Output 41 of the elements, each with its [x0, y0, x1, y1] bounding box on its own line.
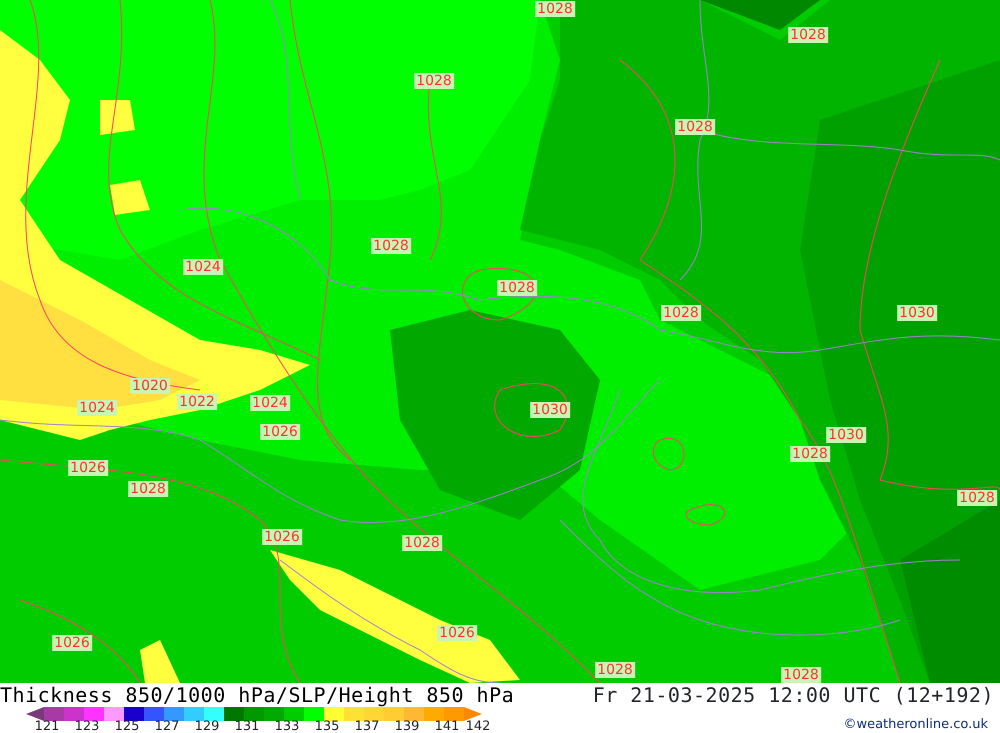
- pressure-label: 1028: [661, 305, 701, 321]
- pressure-label: 1030: [897, 305, 937, 321]
- pressure-label: 1024: [77, 400, 117, 416]
- pressure-label: 1020: [130, 378, 170, 394]
- pressure-label: 1028: [957, 490, 997, 506]
- pressure-label: 1028: [781, 667, 821, 683]
- pressure-label: 1028: [535, 1, 575, 17]
- legend-tick-label: 133: [274, 719, 300, 733]
- pressure-label: 1024: [250, 395, 290, 411]
- pressure-label: 1028: [414, 73, 454, 89]
- pressure-label: 1026: [437, 625, 477, 641]
- pressure-label: 1028: [788, 27, 828, 43]
- pressure-label: 1028: [371, 238, 411, 254]
- legend-tick-label: 135: [314, 719, 340, 733]
- legend-tick-label: 127: [154, 719, 180, 733]
- pressure-label: 1026: [262, 529, 302, 545]
- legend-tick-label: 123: [74, 719, 100, 733]
- pressure-label: 1026: [52, 635, 92, 651]
- pressure-label: 1028: [128, 481, 168, 497]
- legend-tick-label: 137: [354, 719, 380, 733]
- valid-time: Fr 21-03-2025 12:00 UTC (12+192): [592, 683, 994, 707]
- pressure-label: 1024: [183, 259, 223, 275]
- legend-tick-label: 121: [34, 719, 60, 733]
- pressure-label: 1022: [177, 394, 217, 410]
- legend-tick-label: 125: [114, 719, 140, 733]
- credit-text: ©weatheronline.co.uk: [843, 716, 988, 733]
- pressure-label: 1028: [790, 446, 830, 462]
- legend-tick-label: 139: [394, 719, 420, 733]
- pressure-label: 1028: [675, 119, 715, 135]
- pressure-label: 1026: [260, 424, 300, 440]
- pressure-label: 1030: [530, 402, 570, 418]
- legend-tick-label: 129: [194, 719, 220, 733]
- legend-tick-label: 131: [234, 719, 260, 733]
- pressure-label: 1026: [68, 460, 108, 476]
- legend-tick-label: 141: [434, 719, 460, 733]
- pressure-label: 1028: [497, 280, 537, 296]
- pressure-label: 1028: [595, 662, 635, 678]
- chart-title: Thickness 850/1000 hPa/SLP/Height 850 hPa: [0, 683, 514, 707]
- pressure-label: 1028: [402, 535, 442, 551]
- pressure-label: 1030: [826, 427, 866, 443]
- legend-tick-label: 142: [466, 719, 490, 733]
